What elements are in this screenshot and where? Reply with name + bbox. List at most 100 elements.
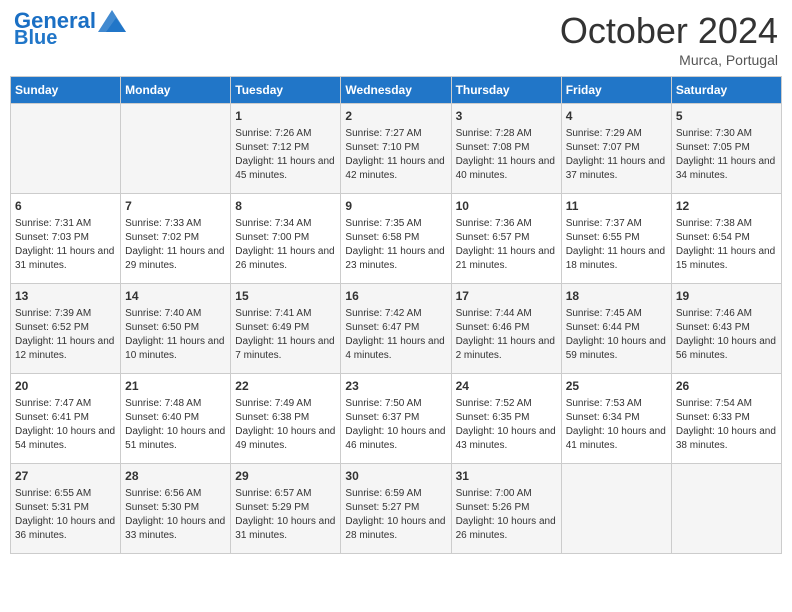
day-number: 6 — [15, 198, 116, 215]
day-info: Daylight: 11 hours and 10 minutes. — [125, 335, 226, 363]
calendar-cell: 11Sunrise: 7:37 AMSunset: 6:55 PMDayligh… — [561, 194, 671, 284]
day-info: Sunrise: 7:45 AM — [566, 307, 667, 321]
day-info: Sunrise: 7:33 AM — [125, 217, 226, 231]
day-number: 11 — [566, 198, 667, 215]
calendar-table: Sunday Monday Tuesday Wednesday Thursday… — [10, 76, 782, 554]
day-number: 15 — [235, 288, 336, 305]
day-number: 18 — [566, 288, 667, 305]
day-number: 16 — [345, 288, 446, 305]
col-sunday: Sunday — [11, 77, 121, 104]
day-info: Sunset: 6:55 PM — [566, 231, 667, 245]
day-info: Sunset: 6:47 PM — [345, 321, 446, 335]
day-number: 29 — [235, 468, 336, 485]
day-info: Sunset: 7:07 PM — [566, 141, 667, 155]
day-info: Daylight: 11 hours and 15 minutes. — [676, 245, 777, 273]
week-row-1: 1Sunrise: 7:26 AMSunset: 7:12 PMDaylight… — [11, 104, 782, 194]
logo: General Blue — [14, 10, 126, 48]
calendar-cell: 15Sunrise: 7:41 AMSunset: 6:49 PMDayligh… — [231, 284, 341, 374]
day-info: Sunrise: 7:53 AM — [566, 397, 667, 411]
day-info: Sunset: 7:12 PM — [235, 141, 336, 155]
day-info: Sunset: 7:08 PM — [456, 141, 557, 155]
day-number: 8 — [235, 198, 336, 215]
day-info: Daylight: 11 hours and 42 minutes. — [345, 155, 446, 183]
week-row-2: 6Sunrise: 7:31 AMSunset: 7:03 PMDaylight… — [11, 194, 782, 284]
day-info: Daylight: 10 hours and 49 minutes. — [235, 425, 336, 453]
calendar-cell: 2Sunrise: 7:27 AMSunset: 7:10 PMDaylight… — [341, 104, 451, 194]
calendar-cell: 29Sunrise: 6:57 AMSunset: 5:29 PMDayligh… — [231, 464, 341, 554]
calendar-body: 1Sunrise: 7:26 AMSunset: 7:12 PMDaylight… — [11, 104, 782, 554]
day-number: 22 — [235, 378, 336, 395]
col-thursday: Thursday — [451, 77, 561, 104]
day-number: 20 — [15, 378, 116, 395]
col-monday: Monday — [121, 77, 231, 104]
day-info: Daylight: 11 hours and 2 minutes. — [456, 335, 557, 363]
calendar-cell: 4Sunrise: 7:29 AMSunset: 7:07 PMDaylight… — [561, 104, 671, 194]
calendar-cell — [11, 104, 121, 194]
calendar-cell: 6 Sunrise: 7:31 AMSunset: 7:03 PMDaylight… — [11, 194, 121, 284]
calendar-cell: 9Sunrise: 7:35 AMSunset: 6:58 PMDaylight… — [341, 194, 451, 284]
day-info: Sunset: 5:30 PM — [125, 501, 226, 515]
day-info: Sunrise: 7:34 AM — [235, 217, 336, 231]
day-info: Sunrise: 7:36 AM — [456, 217, 557, 231]
calendar-cell: 26Sunrise: 7:54 AMSunset: 6:33 PMDayligh… — [671, 374, 781, 464]
day-number: 10 — [456, 198, 557, 215]
day-info: Daylight: 11 hours and 4 minutes. — [345, 335, 446, 363]
calendar-cell: 25Sunrise: 7:53 AMSunset: 6:34 PMDayligh… — [561, 374, 671, 464]
day-info: Sunset: 5:26 PM — [456, 501, 557, 515]
day-info: Sunrise: 7:29 AM — [566, 127, 667, 141]
calendar-cell: 18Sunrise: 7:45 AMSunset: 6:44 PMDayligh… — [561, 284, 671, 374]
calendar-cell: 27Sunrise: 6:55 AMSunset: 5:31 PMDayligh… — [11, 464, 121, 554]
day-info: Daylight: 11 hours and 31 minutes. — [15, 245, 116, 273]
day-info: Sunrise: 7:28 AM — [456, 127, 557, 141]
day-info: Daylight: 11 hours and 34 minutes. — [676, 155, 777, 183]
day-info: Sunrise: 7:52 AM — [456, 397, 557, 411]
week-row-5: 27Sunrise: 6:55 AMSunset: 5:31 PMDayligh… — [11, 464, 782, 554]
day-info: Sunrise: 6:59 AM — [345, 487, 446, 501]
calendar-cell: 13Sunrise: 7:39 AMSunset: 6:52 PMDayligh… — [11, 284, 121, 374]
col-friday: Friday — [561, 77, 671, 104]
day-info: Sunrise: 7:31 AM — [15, 217, 116, 231]
day-number: 19 — [676, 288, 777, 305]
col-saturday: Saturday — [671, 77, 781, 104]
day-info: Sunrise: 7:41 AM — [235, 307, 336, 321]
day-number: 1 — [235, 108, 336, 125]
calendar-cell: 22Sunrise: 7:49 AMSunset: 6:38 PMDayligh… — [231, 374, 341, 464]
day-number: 28 — [125, 468, 226, 485]
day-info: Daylight: 10 hours and 31 minutes. — [235, 515, 336, 543]
day-info: Sunrise: 7:27 AM — [345, 127, 446, 141]
calendar-cell: 1Sunrise: 7:26 AMSunset: 7:12 PMDaylight… — [231, 104, 341, 194]
week-row-3: 13Sunrise: 7:39 AMSunset: 6:52 PMDayligh… — [11, 284, 782, 374]
calendar-cell — [121, 104, 231, 194]
day-info: Sunrise: 6:56 AM — [125, 487, 226, 501]
calendar-cell: 31Sunrise: 7:00 AMSunset: 5:26 PMDayligh… — [451, 464, 561, 554]
day-info: Sunset: 6:57 PM — [456, 231, 557, 245]
day-info: Sunrise: 7:47 AM — [15, 397, 116, 411]
calendar-cell: 14Sunrise: 7:40 AMSunset: 6:50 PMDayligh… — [121, 284, 231, 374]
day-info: Sunset: 6:37 PM — [345, 411, 446, 425]
day-info: Sunrise: 7:35 AM — [345, 217, 446, 231]
location: Murca, Portugal — [560, 52, 778, 68]
calendar-cell: 19Sunrise: 7:46 AMSunset: 6:43 PMDayligh… — [671, 284, 781, 374]
day-info: Sunset: 6:41 PM — [15, 411, 116, 425]
day-info: Daylight: 11 hours and 26 minutes. — [235, 245, 336, 273]
logo-icon — [98, 10, 126, 32]
day-number: 30 — [345, 468, 446, 485]
day-info: Sunrise: 7:44 AM — [456, 307, 557, 321]
calendar-header: Sunday Monday Tuesday Wednesday Thursday… — [11, 77, 782, 104]
day-info: Daylight: 10 hours and 43 minutes. — [456, 425, 557, 453]
day-number: 23 — [345, 378, 446, 395]
day-info: Sunset: 7:03 PM — [15, 231, 116, 245]
day-number: 24 — [456, 378, 557, 395]
day-info: Sunrise: 7:50 AM — [345, 397, 446, 411]
calendar-cell: 8Sunrise: 7:34 AMSunset: 7:00 PMDaylight… — [231, 194, 341, 284]
day-info: Sunset: 7:10 PM — [345, 141, 446, 155]
day-number: 9 — [345, 198, 446, 215]
day-number: 12 — [676, 198, 777, 215]
logo-blue-text: Blue — [14, 28, 57, 48]
day-info: Sunset: 7:02 PM — [125, 231, 226, 245]
day-number: 4 — [566, 108, 667, 125]
day-info: Sunrise: 7:39 AM — [15, 307, 116, 321]
calendar-cell: 23Sunrise: 7:50 AMSunset: 6:37 PMDayligh… — [341, 374, 451, 464]
day-info: Sunset: 7:05 PM — [676, 141, 777, 155]
calendar-cell: 5Sunrise: 7:30 AMSunset: 7:05 PMDaylight… — [671, 104, 781, 194]
